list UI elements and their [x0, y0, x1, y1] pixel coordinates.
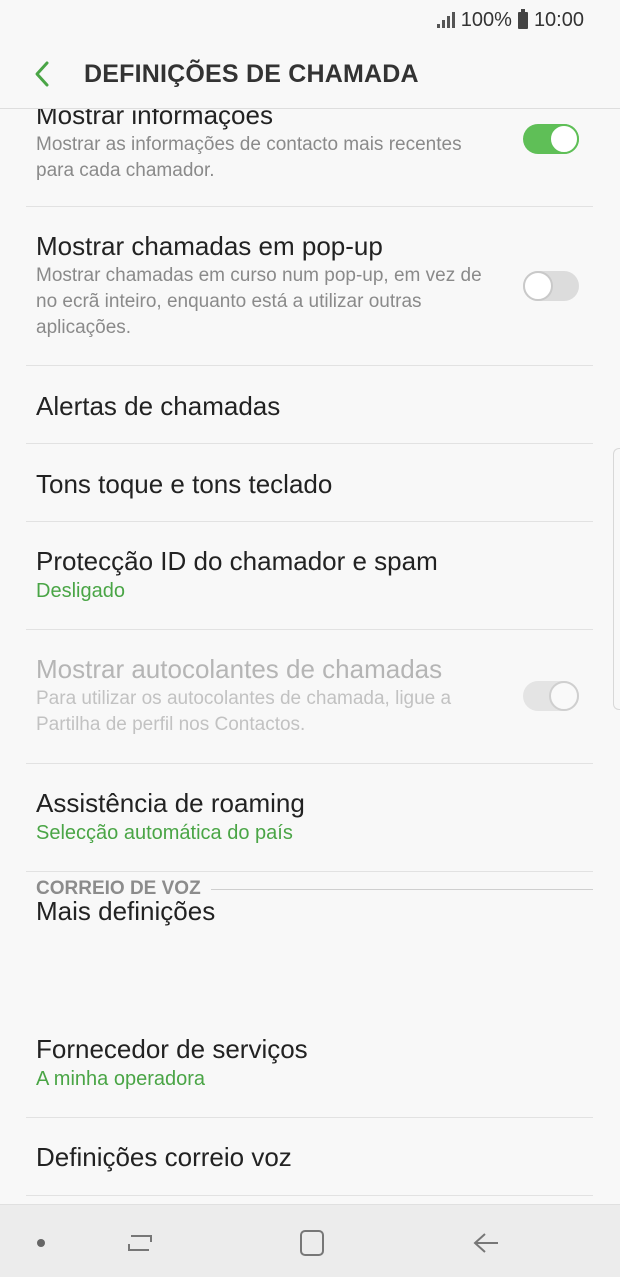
setting-popup-calls[interactable]: Mostrar chamadas em pop-up Mostrar chama…	[26, 207, 593, 366]
voicemail-section-header: CORREIO DE VOZ	[36, 876, 593, 902]
setting-title: Definições correio voz	[36, 1142, 292, 1172]
setting-roaming-assist[interactable]: Assistência de roaming Selecção automáti…	[26, 764, 593, 872]
setting-description: Para utilizar os autocolantes de chamada…	[36, 688, 452, 735]
popup-calls-toggle[interactable]	[523, 271, 579, 301]
setting-title: Assistência de roaming	[36, 788, 305, 818]
clock: 10:00	[533, 8, 584, 31]
setting-ringtones-keypad[interactable]: Tons toque e tons teclado	[26, 444, 593, 522]
recent-apps-icon[interactable]	[120, 1223, 160, 1263]
setting-voicemail-settings[interactable]: Definições correio voz	[26, 1118, 593, 1196]
keyboard-hide-dot-icon[interactable]	[37, 1239, 45, 1247]
setting-title: Fornecedor de serviços	[36, 1034, 308, 1064]
setting-title: Mostrar autocolantes de chamadas	[36, 654, 443, 684]
status-bar: 100% 10:00	[0, 0, 620, 40]
battery-percentage: 100%	[460, 8, 512, 31]
setting-title: Alertas de chamadas	[36, 391, 281, 421]
setting-show-caller-info[interactable]: Mostrar informações Mostrar as informaçõ…	[26, 100, 593, 207]
battery-icon	[517, 8, 528, 29]
setting-title: Tons toque e tons teclado	[36, 469, 333, 499]
back-arrow-icon[interactable]	[12, 44, 72, 104]
toggle-knob	[523, 271, 553, 301]
section-label: CORREIO DE VOZ	[36, 878, 201, 899]
setting-description: Mostrar as informações de contacto mais …	[36, 134, 462, 181]
setting-title: Protecção ID do chamador e spam	[36, 546, 438, 576]
setting-call-stickers: Mostrar autocolantes de chamadas Para ut…	[26, 630, 593, 764]
app-bar: DEFINIÇÕES DE CHAMADA	[0, 40, 620, 109]
setting-status: A minha operadora	[36, 1068, 206, 1090]
setting-caller-id-spam[interactable]: Protecção ID do chamador e spam Desligad…	[26, 522, 593, 630]
setting-status: Desligado	[36, 580, 125, 602]
setting-status: Selecção automática do país	[36, 822, 293, 844]
back-icon[interactable]	[466, 1223, 506, 1263]
toggle-knob	[549, 124, 579, 154]
setting-description: Mostrar chamadas em curso num pop-up, em…	[36, 265, 482, 338]
setting-title: Mostrar chamadas em pop-up	[36, 231, 383, 261]
home-icon[interactable]	[292, 1223, 332, 1263]
page-title: DEFINIÇÕES DE CHAMADA	[84, 59, 419, 88]
setting-service-provider[interactable]: Fornecedor de serviços A minha operadora	[26, 1010, 593, 1118]
toggle-knob	[549, 681, 579, 711]
scroll-indicator	[613, 448, 620, 710]
call-stickers-toggle	[523, 681, 579, 711]
signal-icon	[436, 12, 455, 28]
settings-list: Mostrar informações Mostrar as informaçõ…	[0, 100, 620, 1204]
section-divider	[210, 888, 593, 890]
setting-call-alerts[interactable]: Alertas de chamadas	[26, 366, 593, 444]
show-caller-info-toggle[interactable]	[523, 124, 579, 154]
navigation-bar	[0, 1204, 620, 1277]
